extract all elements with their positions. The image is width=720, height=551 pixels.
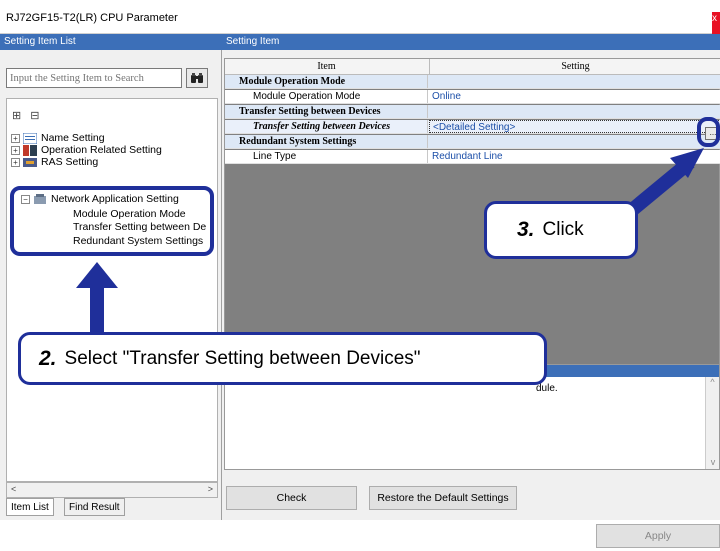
- close-button[interactable]: x: [712, 12, 720, 34]
- tree-label: Name Setting: [41, 132, 105, 144]
- scroll-down-icon[interactable]: v: [706, 457, 720, 467]
- row-item: Line Type: [225, 150, 428, 163]
- row-setting[interactable]: Redundant Line: [429, 150, 720, 163]
- tree-toolbar: ⊞ ⊟: [12, 109, 40, 122]
- row-setting: [429, 75, 720, 88]
- step-number: 3.: [517, 218, 535, 241]
- group-row-module-mode[interactable]: Module Operation Mode: [225, 75, 720, 89]
- window-title: RJ72GF15-T2(LR) CPU Parameter: [6, 12, 178, 24]
- expand-icon[interactable]: +: [11, 145, 20, 155]
- row-setting[interactable]: <Detailed Setting>: [429, 120, 720, 133]
- callout-step-3: 3. Click: [484, 201, 638, 259]
- expand-icon[interactable]: +: [11, 133, 20, 143]
- description-text: dule.: [536, 383, 558, 394]
- callout-step-2: 2. Select "Transfer Setting between Devi…: [18, 332, 547, 385]
- scroll-up-icon[interactable]: ^: [706, 377, 719, 387]
- tab-item-list[interactable]: Item List: [6, 498, 54, 516]
- check-button[interactable]: Check: [226, 486, 357, 510]
- tree-item-operation-related[interactable]: + Operation Related Setting: [11, 144, 162, 156]
- highlight-dots-button: [697, 117, 720, 147]
- list-icon: [23, 132, 37, 144]
- row-transfer-setting[interactable]: Transfer Setting between Devices <Detail…: [225, 120, 720, 134]
- title-bar: RJ72GF15-T2(LR) CPU Parameter x: [0, 0, 720, 34]
- highlight-tree-selection: [10, 186, 214, 256]
- vertical-scrollbar[interactable]: ^ v: [705, 377, 719, 469]
- row-item: Module Operation Mode: [225, 75, 428, 88]
- tree-label: RAS Setting: [41, 156, 99, 168]
- row-setting: [429, 135, 720, 148]
- row-item: Redundant System Settings: [225, 135, 428, 148]
- settings-chip-icon: [23, 144, 37, 156]
- setting-item-list-header: Setting Item List: [0, 34, 222, 50]
- setting-item-panel: Setting Item Item Setting Module Operati…: [222, 34, 720, 520]
- expand-all-icon[interactable]: ⊞: [12, 110, 21, 122]
- step-number: 2.: [39, 346, 57, 370]
- setting-item-header: Setting Item: [222, 34, 720, 50]
- search-input[interactable]: [6, 68, 182, 88]
- tab-find-result[interactable]: Find Result: [64, 498, 125, 516]
- group-row-redundant[interactable]: Redundant System Settings: [225, 135, 720, 149]
- tree-item-name-setting[interactable]: + Name Setting: [11, 132, 105, 144]
- horizontal-scrollbar[interactable]: < >: [6, 482, 218, 498]
- expand-icon[interactable]: +: [11, 157, 20, 167]
- setting-item-list-panel: Setting Item List ⊞ ⊟ + Name Setting + O…: [0, 34, 222, 520]
- apply-button[interactable]: Apply: [596, 524, 720, 548]
- binoculars-icon: [191, 73, 203, 83]
- ras-icon: [23, 157, 37, 167]
- collapse-all-icon[interactable]: ⊟: [30, 110, 39, 122]
- row-line-type[interactable]: Line Type Redundant Line: [225, 150, 720, 164]
- step-text: Select "Transfer Setting between Devices…: [64, 347, 421, 369]
- search-button[interactable]: [186, 68, 208, 88]
- restore-defaults-button[interactable]: Restore the Default Settings: [369, 486, 517, 510]
- group-row-transfer[interactable]: Transfer Setting between Devices: [225, 105, 720, 119]
- tree-item-ras-setting[interactable]: + RAS Setting: [11, 156, 98, 168]
- row-item: Transfer Setting between Devices: [225, 105, 428, 118]
- grid-header: Item Setting: [225, 59, 720, 75]
- row-item: Transfer Setting between Devices: [225, 120, 428, 133]
- column-setting: Setting: [429, 59, 720, 75]
- row-item: Module Operation Mode: [225, 90, 428, 103]
- tree-label: Operation Related Setting: [41, 144, 162, 156]
- panel-tabs: Item List Find Result: [6, 498, 218, 518]
- row-setting: [429, 105, 720, 118]
- column-item: Item: [317, 61, 336, 72]
- scroll-left-icon[interactable]: <: [11, 484, 16, 494]
- row-setting[interactable]: Online: [429, 90, 720, 103]
- step-text: Click: [542, 219, 584, 240]
- scroll-right-icon[interactable]: >: [208, 484, 213, 494]
- row-module-mode[interactable]: Module Operation Mode Online: [225, 90, 720, 104]
- setting-tree: ⊞ ⊟ + Name Setting + Operation Related S…: [6, 98, 218, 482]
